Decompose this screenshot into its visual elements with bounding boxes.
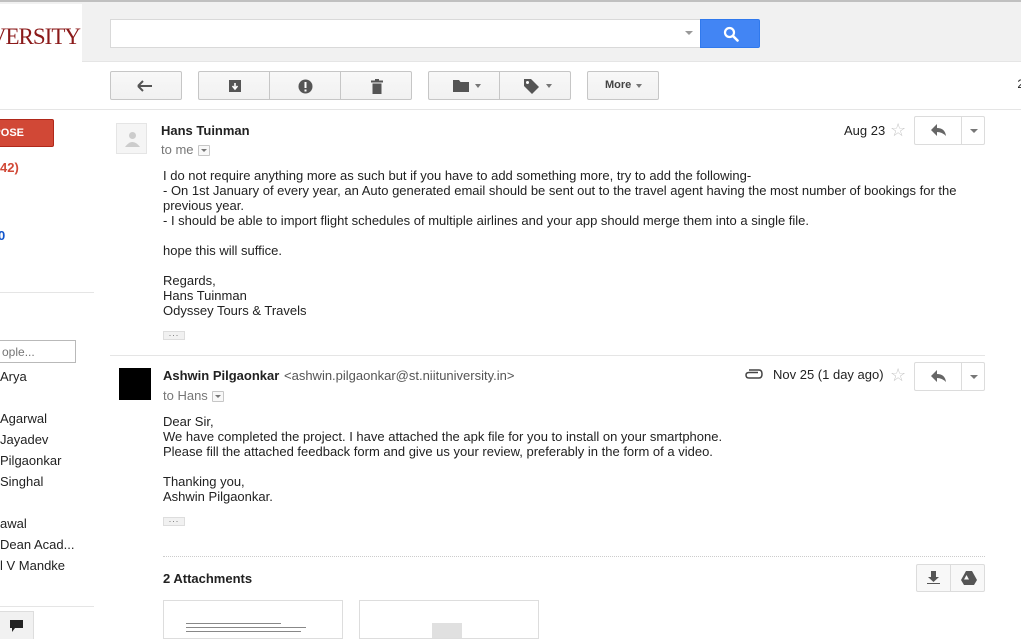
message-body-line: Regards, <box>163 273 216 288</box>
contact-item[interactable]: Pilgaonkar <box>0 453 94 468</box>
message-body-line: Thanking you, <box>163 474 245 489</box>
attachment-actions <box>916 564 985 592</box>
pager-text: 2 <box>1017 77 1021 91</box>
chat-button[interactable] <box>0 611 34 639</box>
sender-email: <ashwin.pilgaonkar@st.niituniversity.in> <box>284 368 515 383</box>
message-body-line: previous year. <box>163 198 244 213</box>
search-options-dropdown-icon[interactable] <box>685 31 693 35</box>
search-input[interactable] <box>111 20 671 47</box>
trash-icon <box>371 79 383 94</box>
star-icon[interactable]: ☆ <box>890 366 906 384</box>
attachments-divider <box>163 556 985 557</box>
report-spam-icon <box>298 79 313 94</box>
search-icon <box>723 26 739 42</box>
message-body-line: Odyssey Tours & Travels <box>163 303 307 318</box>
archive-icon <box>229 80 241 92</box>
message-body-line: Ashwin Pilgaonkar. <box>163 489 273 504</box>
default-person-icon <box>125 132 140 147</box>
delete-button[interactable] <box>340 71 412 100</box>
archive-button[interactable] <box>198 71 270 100</box>
tag-icon <box>524 79 539 94</box>
sender-avatar <box>119 368 151 400</box>
attachments-title: 2 Attachments <box>163 571 253 586</box>
sender-avatar <box>116 123 147 154</box>
contact-item[interactable]: l V Mandke <box>0 558 94 573</box>
chevron-down-icon <box>636 84 642 88</box>
people-search-input[interactable] <box>0 341 75 362</box>
contact-item[interactable]: Jayadev <box>0 432 94 447</box>
message-body-line: Hans Tuinman <box>163 288 247 303</box>
message-body-line: - I should be able to import flight sche… <box>163 213 810 228</box>
reply-icon <box>931 370 946 382</box>
sidebar-divider <box>0 606 94 607</box>
message-divider <box>110 355 985 356</box>
thumbnail-text-line <box>186 631 301 632</box>
chat-bubble-icon <box>10 620 23 632</box>
more-actions-chevron-icon[interactable] <box>970 375 978 379</box>
logo-text: UNIVERSITY <box>0 24 81 49</box>
sidebar-partial-text: 0 <box>0 228 6 243</box>
contact-item[interactable]: Agarwal <box>0 411 94 426</box>
contact-item[interactable]: Arya <box>0 369 94 384</box>
search-button[interactable] <box>700 19 760 48</box>
people-search-box[interactable] <box>0 340 76 363</box>
show-trimmed-content-button[interactable]: ... <box>163 329 185 340</box>
compose-label: POSE <box>0 127 24 139</box>
message-body-line: I do not require anything more as such b… <box>163 168 752 183</box>
attachment-thumbnail[interactable] <box>359 600 539 639</box>
message-body-line: Please fill the attached feedback form a… <box>163 444 713 459</box>
download-all-button[interactable] <box>917 565 951 591</box>
message-date: Aug 23 <box>844 123 886 138</box>
show-trimmed-content-button[interactable]: ... <box>163 515 185 526</box>
reply-button[interactable] <box>915 363 962 390</box>
message-body-line: Dear Sir, <box>163 414 214 429</box>
message-body-line: We have completed the project. I have at… <box>163 429 723 444</box>
more-label: More <box>605 79 632 91</box>
more-button[interactable]: More <box>587 71 659 100</box>
contact-item[interactable]: Dean Acad... <box>0 537 94 552</box>
thumbnail-text-line <box>186 623 281 624</box>
message-date: Nov 25 (1 day ago) <box>773 367 884 382</box>
show-details-icon[interactable] <box>198 145 210 156</box>
recipient-line: to me <box>161 142 194 157</box>
attachment-thumbnail[interactable] <box>163 600 343 639</box>
move-to-button[interactable] <box>428 71 500 100</box>
search-box[interactable] <box>110 19 701 48</box>
message-body-line: - On 1st January of every year, an Auto … <box>163 183 957 198</box>
show-details-icon[interactable] <box>212 391 224 402</box>
sidebar-divider <box>0 292 94 293</box>
save-to-drive-button[interactable] <box>951 565 985 591</box>
labels-button[interactable] <box>499 71 571 100</box>
file-icon <box>432 623 462 638</box>
chevron-down-icon <box>475 84 481 88</box>
thumbnail-text-line <box>186 627 306 628</box>
download-icon <box>927 571 940 584</box>
folder-icon <box>453 80 469 92</box>
university-logo[interactable]: UNIVERSITY <box>0 4 82 62</box>
contact-item[interactable]: awal <box>0 516 94 531</box>
paperclip-icon <box>745 369 763 379</box>
drive-icon <box>961 571 977 585</box>
reply-icon <box>931 124 946 136</box>
reply-button-group <box>914 116 985 145</box>
report-spam-button[interactable] <box>269 71 341 100</box>
toolbar: More 2 <box>0 62 1021 110</box>
inbox-unread-count[interactable]: 42) <box>0 160 19 175</box>
compose-button[interactable]: POSE <box>0 119 54 147</box>
arrow-left-icon <box>137 80 152 92</box>
contact-item[interactable]: Singhal <box>0 474 94 489</box>
back-button[interactable] <box>110 71 182 100</box>
sender-name[interactable]: Hans Tuinman <box>161 123 250 138</box>
reply-button-group <box>914 362 985 391</box>
recipient-line: to Hans <box>163 388 208 403</box>
more-actions-chevron-icon[interactable] <box>970 129 978 133</box>
sender-name[interactable]: Ashwin Pilgaonkar <box>163 368 279 383</box>
chevron-down-icon <box>546 84 552 88</box>
message-body-line: hope this will suffice. <box>163 243 282 258</box>
reply-button[interactable] <box>915 117 962 144</box>
top-bar: UNIVERSITY <box>0 0 1021 62</box>
star-icon[interactable]: ☆ <box>890 121 906 139</box>
